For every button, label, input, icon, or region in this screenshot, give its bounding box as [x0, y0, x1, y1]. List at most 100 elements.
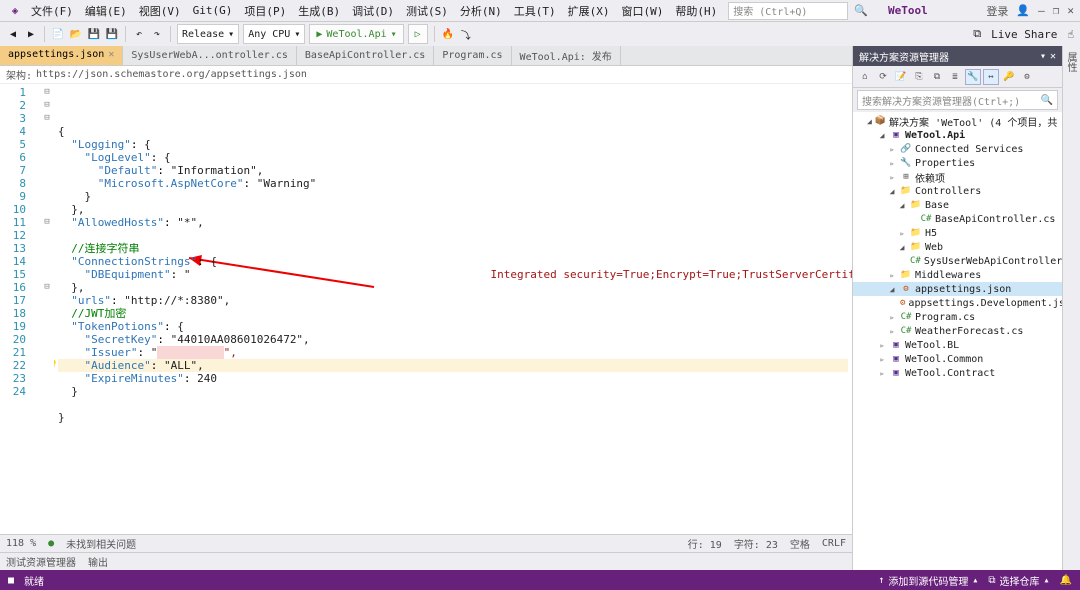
menu-debug[interactable]: 调试(D) — [347, 1, 399, 21]
tab-test-explorer[interactable]: 测试资源管理器 — [6, 554, 76, 569]
menu-tools[interactable]: 工具(T) — [509, 1, 561, 21]
open-file-icon[interactable]: 📂 — [69, 27, 83, 41]
menu-extensions[interactable]: 扩展(X) — [563, 1, 615, 21]
menu-edit[interactable]: 编辑(E) — [80, 1, 132, 21]
collapse-icon[interactable]: ⧉ — [929, 69, 945, 85]
schema-bar: 架构: https://json.schemastore.org/appsett… — [0, 66, 852, 84]
right-dock-tab[interactable]: 属性 — [1062, 46, 1080, 570]
tree-node[interactable]: ▹📁Middlewares — [853, 268, 1062, 282]
indent-mode[interactable]: 空格 — [790, 536, 810, 551]
settings-icon[interactable]: ⚙ — [1019, 69, 1035, 85]
tab-sysuser[interactable]: SysUserWebA...ontroller.cs — [123, 46, 297, 65]
menu-analyze[interactable]: 分析(N) — [455, 1, 507, 21]
menu-build[interactable]: 生成(B) — [293, 1, 345, 21]
close-tab-icon[interactable]: ✕ — [108, 49, 114, 60]
status-ready: 就绪 — [24, 573, 44, 588]
vs-logo-icon: ◈ — [6, 2, 24, 20]
window-minimize-icon[interactable]: — — [1038, 4, 1045, 17]
tab-appsettings[interactable]: appsettings.json✕ — [0, 46, 123, 65]
tree-node[interactable]: ◢📁Base — [853, 198, 1062, 212]
cursor-line: 行: 19 — [688, 536, 722, 551]
tree-node[interactable]: ⚙appsettings.Development.json — [853, 296, 1062, 310]
search-icon[interactable]: 🔍 — [854, 4, 868, 17]
menu-help[interactable]: 帮助(H) — [670, 1, 722, 21]
cursor-char: 字符: 23 — [734, 536, 778, 551]
tree-node[interactable]: ▹C#WeatherForecast.cs — [853, 324, 1062, 338]
tree-node[interactable]: ▹📁H5 — [853, 226, 1062, 240]
tree-node[interactable]: ◢📁Web — [853, 240, 1062, 254]
configuration-dropdown[interactable]: Release▾ — [177, 24, 239, 44]
add-source-control[interactable]: ↑ 添加到源代码管理 ▴ — [878, 573, 978, 588]
fold-column[interactable]: ⊟⊟⊟⊟⊟ — [40, 84, 54, 534]
notifications-icon[interactable]: 🔔 — [1060, 575, 1072, 586]
panel-close-icon[interactable]: ✕ — [1050, 51, 1056, 62]
tree-node[interactable]: C#SysUserWebApiController.cs — [853, 254, 1062, 268]
nav-back-icon[interactable]: ◀ — [6, 27, 20, 41]
select-repo[interactable]: ⧉ 选择仓库 ▴ — [988, 573, 1049, 588]
tree-node[interactable]: ▹▣WeTool.Contract — [853, 366, 1062, 380]
issues-label[interactable]: 未找到相关问题 — [66, 536, 136, 551]
menu-git[interactable]: Git(G) — [188, 2, 238, 19]
tree-node[interactable]: ▹▣WeTool.Common — [853, 352, 1062, 366]
tree-node[interactable]: ◢⚙appsettings.json — [853, 282, 1062, 296]
pencil-icon[interactable]: 📝 — [893, 69, 909, 85]
redo-icon[interactable]: ↷ — [150, 27, 164, 41]
window-close-icon[interactable]: ✕ — [1067, 4, 1074, 17]
code-content[interactable]: { "Logging": { "LogLevel": { "Default": … — [54, 84, 852, 534]
new-file-icon[interactable]: 📄 — [51, 27, 65, 41]
menu-project[interactable]: 项目(P) — [239, 1, 291, 21]
solution-tree[interactable]: ◢📦解决方案 'WeTool' (4 个项目，共 4 个)◢▣WeTool.Ap… — [853, 112, 1062, 570]
tree-node[interactable]: ▹C#Program.cs — [853, 310, 1062, 324]
menu-window[interactable]: 窗口(W) — [617, 1, 669, 21]
code-editor[interactable]: 123456789101112131415161718192021222324 … — [0, 84, 852, 534]
solution-search-input[interactable]: 搜索解决方案资源管理器(Ctrl+;) 🔍 — [857, 90, 1058, 110]
live-share-label[interactable]: Live Share — [991, 28, 1057, 41]
window-maximize-icon[interactable]: ❐ — [1053, 4, 1060, 17]
feedback-icon[interactable]: ☝ — [1067, 28, 1074, 41]
refresh-icon[interactable]: ⟳ — [875, 69, 891, 85]
menu-view[interactable]: 视图(V) — [134, 1, 186, 21]
tree-node[interactable]: ◢📁Controllers — [853, 184, 1062, 198]
tree-node[interactable]: ▹🔗Connected Services — [853, 142, 1062, 156]
menu-file[interactable]: 文件(F) — [26, 1, 78, 21]
tab-baseapi[interactable]: BaseApiController.cs — [297, 46, 434, 65]
nav-forward-icon[interactable]: ▶ — [24, 27, 38, 41]
properties-icon[interactable]: 🔑 — [1001, 69, 1017, 85]
tree-node[interactable]: ▹🔧Properties — [853, 156, 1062, 170]
save-icon[interactable]: 💾 — [87, 27, 101, 41]
tree-node[interactable]: ◢📦解决方案 'WeTool' (4 个项目，共 4 个) — [853, 114, 1062, 128]
sync-icon[interactable]: 🔧 — [965, 69, 981, 85]
panel-dropdown-icon[interactable]: ▾ — [1040, 51, 1046, 62]
copy-icon[interactable]: ⎘ — [911, 69, 927, 85]
app-title: WeTool — [888, 4, 928, 17]
showall-icon[interactable]: ≣ — [947, 69, 963, 85]
eol-mode[interactable]: CRLF — [822, 538, 846, 549]
home-icon[interactable]: ⌂ — [857, 69, 873, 85]
solution-explorer-header[interactable]: 解决方案资源管理器 ▾✕ — [853, 46, 1062, 66]
save-all-icon[interactable]: 💾 — [105, 27, 119, 41]
tab-output[interactable]: 输出 — [88, 554, 108, 569]
tree-node[interactable]: ◢▣WeTool.Api — [853, 128, 1062, 142]
hot-reload-icon[interactable]: 🔥 — [441, 27, 455, 41]
undo-icon[interactable]: ↶ — [132, 27, 146, 41]
schema-url[interactable]: https://json.schemastore.org/appsettings… — [36, 69, 307, 80]
tab-program[interactable]: Program.cs — [434, 46, 511, 65]
tab-publish[interactable]: WeTool.Api: 发布 — [512, 46, 621, 65]
search-icon: 🔍 — [1041, 95, 1053, 106]
preview-icon[interactable]: ↔ — [983, 69, 999, 85]
platform-dropdown[interactable]: Any CPU▾ — [243, 24, 305, 44]
user-icon[interactable]: 👤 — [1016, 4, 1030, 17]
live-share-icon[interactable]: ⧉ — [973, 27, 981, 41]
sign-in-link[interactable]: 登录 — [986, 3, 1008, 19]
tree-node[interactable]: ▹▣WeTool.BL — [853, 338, 1062, 352]
global-search-input[interactable]: 搜索 (Ctrl+Q) — [728, 2, 848, 20]
tree-node[interactable]: C#BaseApiController.cs — [853, 212, 1062, 226]
start-debug-button[interactable]: ▶WeTool.Api▾ — [309, 24, 403, 44]
tree-node[interactable]: ▹⊞依赖项 — [853, 170, 1062, 184]
issues-check-icon: ● — [48, 538, 54, 549]
step-icon[interactable]: ⤵ — [459, 27, 473, 41]
zoom-level[interactable]: 118 % — [6, 538, 36, 549]
solution-toolbar: ⌂ ⟳ 📝 ⎘ ⧉ ≣ 🔧 ↔ 🔑 ⚙ — [853, 66, 1062, 88]
menu-test[interactable]: 测试(S) — [401, 1, 453, 21]
start-nodebug-button[interactable]: ▷ — [408, 24, 428, 44]
